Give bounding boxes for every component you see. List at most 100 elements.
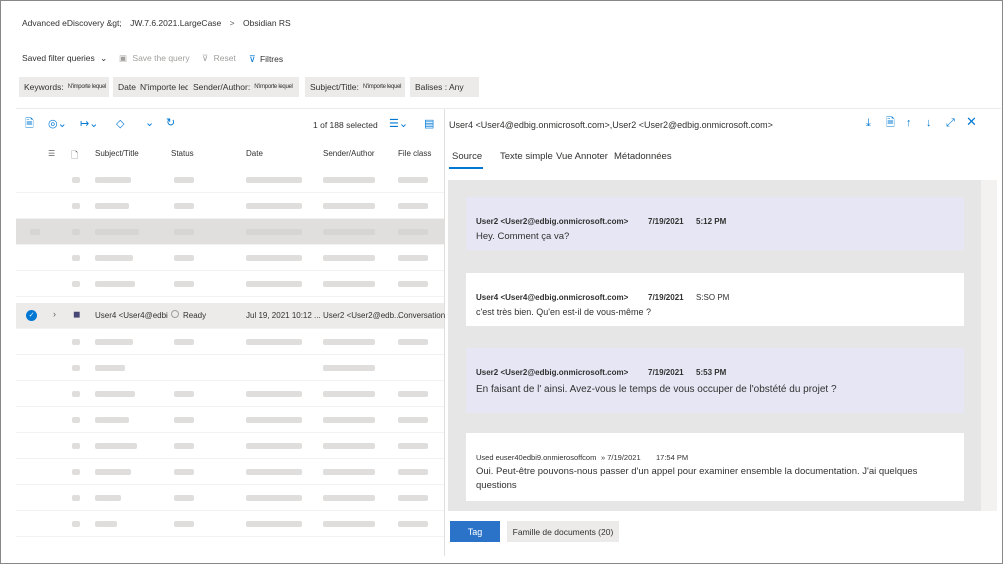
- expand-icon[interactable]: ⤢: [946, 117, 955, 129]
- message-sender: User4 <User4@edbig.onmicrosoft.com>: [476, 293, 629, 302]
- column-status[interactable]: Status: [171, 149, 194, 158]
- message-text: En faisant de l' ainsi. Avez-vous le tem…: [476, 384, 837, 395]
- table-row[interactable]: [16, 271, 444, 297]
- table-row[interactable]: [16, 407, 444, 433]
- column-file-class[interactable]: File class: [398, 149, 431, 158]
- table-row[interactable]: [16, 219, 444, 245]
- column-date[interactable]: Date: [246, 149, 263, 158]
- filter-date[interactable]: Date N'importe lequel: [113, 77, 188, 97]
- table-row[interactable]: [16, 355, 444, 381]
- message-date: 7/19/2021: [648, 217, 684, 226]
- message-time: S:SO PM: [696, 293, 730, 302]
- filter-subject-label: Subject/Title:: [310, 82, 359, 92]
- row-date: Jul 19, 2021 10:12 ...: [246, 311, 321, 320]
- chevron-down-icon: ⌄: [100, 53, 108, 63]
- viewer-scrollbar[interactable]: [981, 180, 997, 511]
- breadcrumb-item-case[interactable]: JW.7.6.2021.LargeCase: [130, 18, 221, 28]
- message-card: [466, 348, 964, 413]
- message-time: 17:54 PM: [656, 453, 689, 462]
- table-row[interactable]: [16, 167, 444, 193]
- filter-sender-value: N'importe lequel: [254, 84, 293, 90]
- message-date: » 7/19/2021: [601, 453, 641, 462]
- tab-plain-text[interactable]: Texte simple: [500, 151, 553, 162]
- table-row[interactable]: [16, 381, 444, 407]
- table-row[interactable]: [16, 511, 444, 537]
- group-list-icon[interactable]: ☰⌄: [389, 118, 408, 130]
- teams-icon: ◼: [73, 309, 81, 319]
- filter-sender[interactable]: Sender/Author: N'importe lequel: [188, 77, 299, 97]
- message-time: 5:12 PM: [696, 217, 727, 226]
- file-type-icon: 🗋: [71, 150, 79, 160]
- message-sender: User2 <User2@edbig.onmicrosoft.com>: [476, 368, 629, 377]
- saved-filter-queries-button[interactable]: Saved filter queries ⌄: [22, 53, 107, 64]
- breadcrumb: Advanced eDiscovery &gt; JW.7.6.2021.Lar…: [22, 18, 291, 28]
- message-text: Hey. Comment ça va?: [476, 231, 570, 242]
- tab-source-underline: [449, 167, 483, 169]
- filter-sender-label: Sender/Author:: [193, 82, 251, 92]
- message-sender: Used euser40edbi9.onmierosoffcom: [476, 453, 597, 462]
- more-chevron-icon[interactable]: ⌄: [145, 117, 154, 129]
- table-row[interactable]: [16, 245, 444, 271]
- filter-keywords[interactable]: Keywords: N'importe lequel: [19, 77, 109, 97]
- reset-filter-icon: ⊽: [202, 53, 209, 63]
- table-row[interactable]: [16, 193, 444, 219]
- filter-icon: ⊽: [249, 54, 256, 64]
- message-text-continued: questions: [476, 480, 517, 491]
- column-sender[interactable]: Sender/Author: [323, 149, 375, 158]
- reset-button[interactable]: ⊽ Reset: [202, 53, 236, 64]
- refresh-icon[interactable]: ↻: [166, 117, 175, 129]
- pane-divider: [444, 108, 445, 556]
- table-row-selected[interactable]: ✓ › ◼ User4 <User4@edbi Ready Jul 19, 20…: [16, 303, 445, 329]
- message-date: 7/19/2021: [648, 293, 684, 302]
- row-subject: User4 <User4@edbi: [95, 311, 168, 320]
- arrow-up-icon[interactable]: ↑: [906, 117, 912, 129]
- message-text: Oui. Peut-être pouvons-nous passer d'un …: [476, 466, 918, 477]
- document-family-label: Famille de documents (20): [512, 526, 614, 537]
- filter-keywords-value: N'importe lequel: [67, 84, 107, 90]
- filter-subject[interactable]: Subject/Title: N'importe lequel: [305, 77, 405, 97]
- reset-label: Reset: [213, 53, 236, 63]
- filter-tags-label: Balises : Any: [415, 82, 464, 92]
- list-icon: ☰: [48, 149, 56, 158]
- filter-subject-value: N'importe lequel: [362, 84, 402, 90]
- selection-count: 1 of 188 selected: [313, 120, 378, 130]
- filter-tags[interactable]: Balises : Any: [410, 77, 479, 97]
- filter-date-value: N'importe lequel: [139, 82, 188, 92]
- tab-annotate[interactable]: Vue Annoter: [556, 151, 608, 162]
- message-text: c'est très bien. Qu'en est-il de vous-mê…: [476, 307, 652, 317]
- arrow-down-icon[interactable]: ↓: [926, 117, 932, 129]
- column-subject[interactable]: Subject/Title: [95, 149, 139, 158]
- top-divider: [16, 108, 1001, 109]
- table-row[interactable]: [16, 459, 444, 485]
- download-icon[interactable]: ⤓: [866, 117, 871, 129]
- document-icon[interactable]: 🗎: [25, 118, 34, 130]
- tab-source[interactable]: Source: [452, 151, 482, 162]
- filter-keywords-label: Keywords:: [24, 82, 64, 92]
- filter-date-label: Date: [118, 82, 136, 92]
- breadcrumb-item-advanced[interactable]: Advanced eDiscovery &gt;: [22, 18, 122, 28]
- tag-button[interactable]: Tag: [450, 521, 500, 542]
- globe-dropdown-icon[interactable]: ◎⌄: [48, 118, 67, 130]
- checkmark-icon[interactable]: ✓: [26, 310, 37, 321]
- table-row[interactable]: [16, 433, 444, 459]
- save-query-button[interactable]: ▣ Save the query: [119, 53, 190, 64]
- filters-button[interactable]: ⊽ Filtres: [249, 53, 283, 65]
- chevron-right-icon: >: [229, 18, 235, 28]
- filters-label: Filtres: [259, 54, 284, 64]
- arrow-right-dropdown-icon[interactable]: ↦⌄: [80, 118, 98, 130]
- status-circle-icon: [171, 310, 179, 318]
- tag-eraser-icon[interactable]: ◇: [116, 118, 124, 130]
- table-row[interactable]: [16, 485, 444, 511]
- tab-metadata[interactable]: Métadonnées: [614, 151, 672, 162]
- table-row[interactable]: [16, 329, 444, 355]
- message-sender: User2 <User2@edbig.onmicrosoft.com>: [476, 217, 629, 226]
- breadcrumb-item-review-set[interactable]: Obsidian RS: [243, 18, 291, 28]
- saved-filter-label: Saved filter queries: [22, 53, 95, 63]
- message-date: 7/19/2021: [648, 368, 684, 377]
- expand-chevron-icon[interactable]: ›: [53, 309, 56, 319]
- document-family-button[interactable]: Famille de documents (20): [507, 521, 619, 542]
- close-icon[interactable]: ✕: [966, 115, 977, 128]
- export-document-icon[interactable]: 🗎: [886, 117, 895, 129]
- save-icon: ▣: [119, 53, 128, 63]
- column-options-icon[interactable]: ▤: [424, 118, 434, 130]
